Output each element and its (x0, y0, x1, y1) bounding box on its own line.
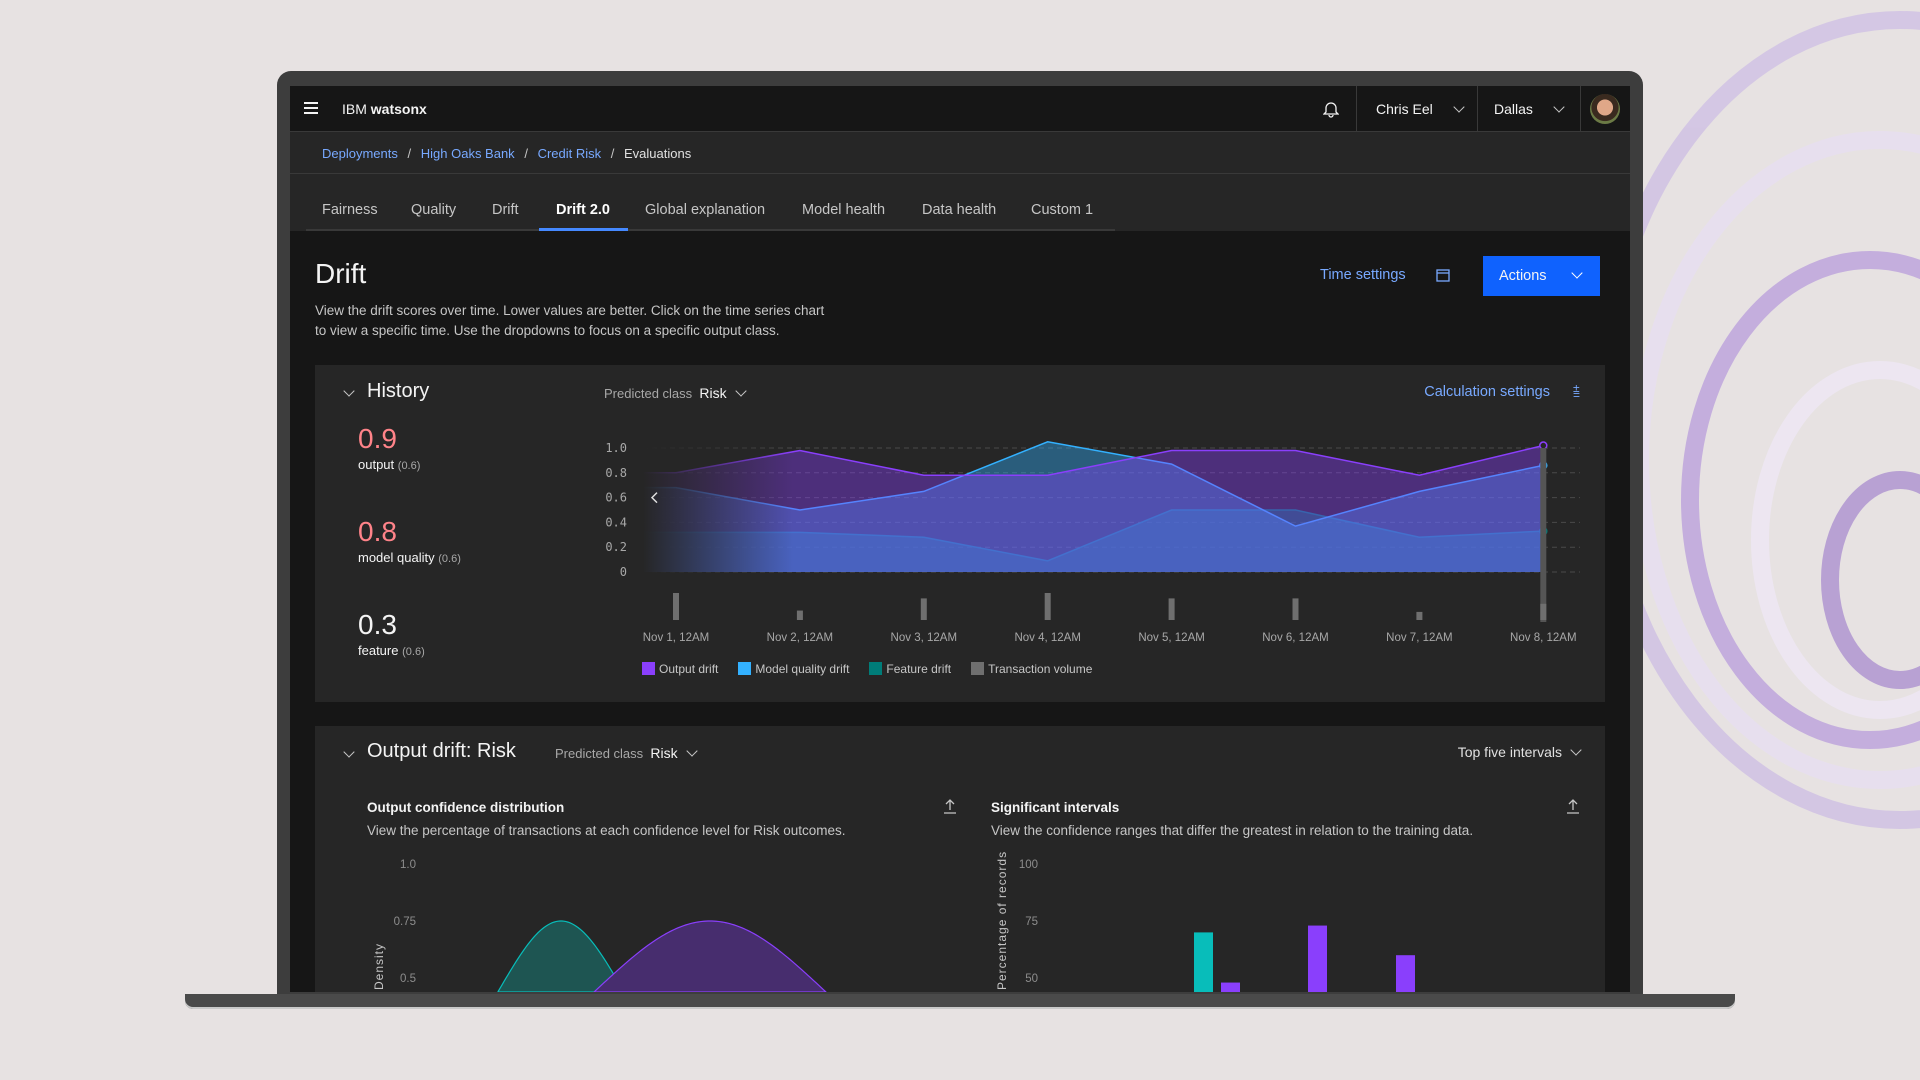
tab-model-health[interactable]: Model health (802, 202, 885, 218)
tab-quality[interactable]: Quality (411, 202, 456, 218)
interval-bar (1221, 982, 1240, 992)
actions-label: Actions (1499, 268, 1547, 284)
active-tab-indicator (539, 228, 628, 231)
y-axis-label: Density (372, 943, 386, 990)
page-description: View the drift scores over time. Lower v… (315, 301, 824, 341)
x-tick-label: Nov 6, 12AM (1262, 632, 1328, 644)
history-panel: History Predicted class Risk Calculation… (315, 365, 1605, 702)
density-curve (593, 920, 827, 992)
chart-legend: Output drift Model quality drift Feature d… (642, 662, 1112, 676)
output-drift-charts: 1.0 0.75 0.5 Density 100 75 50 Percentage of re… (372, 851, 1415, 992)
drift-history-chart[interactable]: 1.0 0.8 0.6 0.4 0.2 0 Nov 1, 12AM Nov 2, 12AM No… (315, 365, 1605, 702)
legend-item[interactable]: Output drift (642, 662, 718, 676)
x-tick-label: Nov 5, 12AM (1138, 632, 1204, 644)
y-tick-label: 0.5 (400, 973, 416, 985)
laptop-base (185, 994, 1735, 1009)
breadcrumb-separator: / (610, 146, 615, 161)
y-tick-label: 75 (1025, 916, 1038, 928)
time-settings-link[interactable]: Time settings (1320, 267, 1406, 283)
y-tick-label: 1.0 (605, 441, 627, 455)
tab-drift[interactable]: Drift (492, 202, 519, 218)
breadcrumb-separator: / (407, 146, 412, 161)
actions-button[interactable]: Actions (1483, 256, 1600, 296)
interval-bar (1396, 955, 1415, 992)
page-title: Drift (315, 258, 367, 289)
interval-bar (1194, 932, 1213, 992)
region-name: Dallas (1494, 101, 1533, 117)
volume-bar (1168, 598, 1175, 620)
legend-swatch (738, 662, 752, 675)
app-screen: IBM watsonx Chris Eel Dallas Deployments… (290, 86, 1630, 992)
breadcrumb: Deployments / High Oaks Bank / Credit Ri… (290, 132, 1630, 174)
avatar[interactable] (1590, 94, 1620, 124)
tab-fairness[interactable]: Fairness (322, 202, 378, 218)
volume-bar (1292, 598, 1299, 620)
volume-bar (1540, 603, 1547, 620)
y-tick-label: 50 (1025, 973, 1038, 985)
x-tick-label: Nov 4, 12AM (1014, 632, 1080, 644)
scroll-fade (643, 438, 793, 574)
x-tick-label: Nov 2, 12AM (767, 632, 833, 644)
y-axis-label: Percentage of records (995, 851, 1009, 990)
breadcrumb-evaluations: Evaluations (624, 146, 692, 161)
hamburger-icon[interactable] (304, 102, 318, 114)
x-tick-label: Nov 3, 12AM (891, 632, 957, 644)
app-name[interactable]: IBM watsonx (342, 101, 427, 117)
legend-swatch (642, 662, 655, 675)
volume-bar (796, 610, 803, 620)
breadcrumb-deployments[interactable]: Deployments (322, 146, 398, 161)
y-tick-label: 1.0 (400, 859, 416, 871)
description-line: View the drift scores over time. Lower v… (315, 303, 825, 318)
x-tick-label: Nov 1, 12AM (643, 632, 709, 644)
x-tick-label: Nov 7, 12AM (1386, 632, 1452, 644)
breadcrumb-high-oaks-bank[interactable]: High Oaks Bank (421, 146, 515, 161)
region-dropdown[interactable]: Dallas (1494, 101, 1565, 117)
endpoint-marker (1539, 441, 1548, 450)
chevron-down-icon (1570, 267, 1583, 279)
volume-bar (1416, 611, 1423, 620)
tab-custom-1[interactable]: Custom 1 (1031, 202, 1093, 218)
tab-global-explanation[interactable]: Global explanation (645, 202, 765, 218)
y-tick-label: 0.2 (605, 540, 627, 554)
tab-track (306, 229, 1115, 231)
top-header: IBM watsonx Chris Eel Dallas (290, 86, 1630, 132)
legend-item[interactable]: Transaction volume (971, 662, 1092, 676)
y-tick-label: 0.8 (605, 466, 627, 480)
y-tick-label: 0 (620, 565, 627, 579)
breadcrumb-separator: / (524, 146, 528, 161)
x-tick-label: Nov 8, 12AM (1510, 632, 1576, 644)
brand-prefix: IBM (342, 101, 367, 117)
calendar-icon[interactable] (1436, 268, 1450, 282)
y-tick-label: 0.6 (605, 491, 627, 505)
breadcrumb-credit-risk[interactable]: Credit Risk (538, 146, 602, 161)
legend-swatch (971, 662, 985, 675)
user-dropdown[interactable]: Chris Eel (1376, 101, 1465, 117)
tab-bar: Fairness Quality Drift Drift 2.0 Global … (290, 174, 1630, 231)
legend-swatch (869, 662, 883, 675)
y-tick-label: 0.4 (605, 515, 627, 529)
user-name: Chris Eel (1376, 101, 1433, 117)
volume-bar (1044, 593, 1051, 620)
time-scrubber[interactable] (1540, 448, 1547, 622)
tab-data-health[interactable]: Data health (922, 202, 996, 218)
legend-item[interactable]: Model quality drift (738, 662, 849, 676)
y-tick-label: 100 (1019, 859, 1038, 871)
chevron-down-icon (1453, 101, 1465, 113)
volume-bar (920, 598, 927, 620)
output-drift-panel: Output drift: Risk Predicted class Risk … (315, 726, 1605, 992)
bell-icon[interactable] (1323, 100, 1339, 118)
tab-drift-2[interactable]: Drift 2.0 (556, 202, 610, 218)
interval-bar (1308, 925, 1327, 992)
legend-item[interactable]: Feature drift (869, 662, 951, 676)
volume-bar (673, 593, 679, 620)
chevron-down-icon (1553, 101, 1565, 113)
brand-name: watsonx (370, 101, 427, 117)
y-tick-label: 0.75 (394, 916, 416, 928)
description-line: to view a specific time. Use the dropdow… (315, 323, 780, 338)
